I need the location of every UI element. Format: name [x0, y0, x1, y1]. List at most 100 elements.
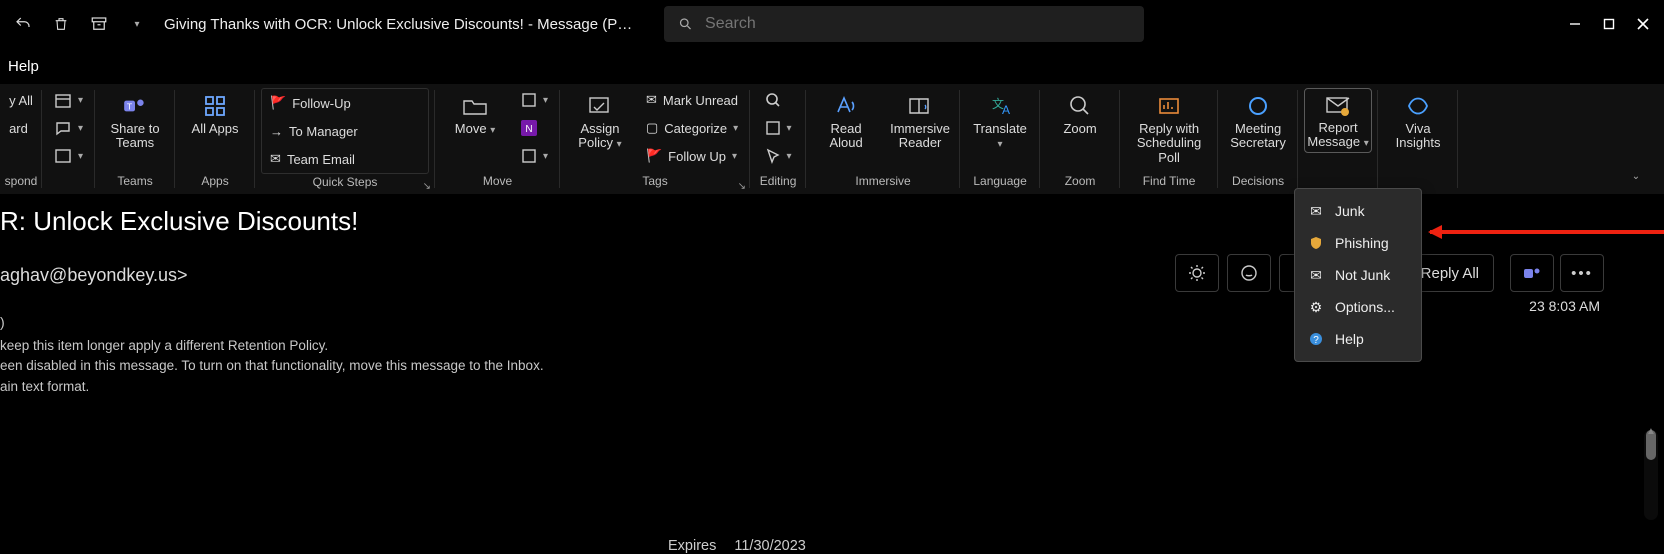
folder-move-icon — [462, 95, 488, 117]
policy-line-3: ain text format. — [0, 377, 1664, 397]
menu-not-junk[interactable]: ✉Not Junk — [1295, 259, 1421, 291]
group-respond: y All ard spond — [0, 84, 42, 194]
group-tags: Assign Policy ▾ ✉Mark Unread ▢Categorize… — [560, 84, 750, 194]
group-label: Teams — [117, 172, 152, 190]
gear-icon: ⚙ — [1307, 298, 1325, 316]
group-viva: Viva Insights — [1378, 84, 1458, 194]
find-button[interactable] — [759, 88, 798, 112]
help-icon: ? — [1307, 330, 1325, 348]
followup-button[interactable]: 🚩Follow Up ▾ — [640, 144, 744, 168]
all-apps-button[interactable]: All Apps — [181, 88, 249, 140]
tab-help[interactable]: Help — [8, 58, 39, 75]
cursor-icon — [765, 148, 781, 164]
expires-label: Expires — [668, 538, 716, 554]
quickstep-followup[interactable]: 🚩Follow-Up — [264, 91, 426, 115]
assign-policy-button[interactable]: Assign Policy ▾ — [566, 88, 634, 155]
brightness-button[interactable] — [1175, 254, 1219, 292]
delete-button[interactable] — [44, 7, 78, 41]
translate-button[interactable]: 文A Translate▾ — [966, 88, 1034, 155]
onenote-icon: N — [521, 120, 537, 136]
group-respond-icons: ▾ ▾ ▾ — [42, 84, 95, 194]
read-aloud-icon — [834, 94, 858, 118]
menu-junk[interactable]: ✉Junk — [1295, 195, 1421, 227]
viva-icon — [1405, 94, 1431, 118]
circle-icon — [1246, 94, 1270, 118]
related-button[interactable]: ▾ — [759, 116, 798, 140]
immersive-reader-button[interactable]: Immersive Reader — [886, 88, 954, 155]
emoji-button[interactable] — [1227, 254, 1271, 292]
mark-unread-button[interactable]: ✉Mark Unread — [640, 88, 744, 112]
report-message-button[interactable]: Report Message ▾ — [1304, 88, 1372, 153]
share-to-teams-button[interactable]: T Share to Teams — [101, 88, 169, 155]
more-actions-button[interactable]: ••• — [1560, 254, 1604, 292]
search-icon — [678, 16, 693, 32]
close-button[interactable] — [1626, 7, 1660, 41]
group-label: spond — [5, 172, 38, 190]
ribbon: y All ard spond ▾ ▾ ▾ T Share to Teams T… — [0, 84, 1664, 194]
select-button[interactable]: ▾ — [759, 144, 798, 168]
received-time: 23 8:03 AM — [1529, 298, 1600, 314]
book-icon — [907, 95, 933, 117]
group-report: Report Message ▾ — [1298, 84, 1378, 194]
menu-options[interactable]: ⚙Options... — [1295, 291, 1421, 323]
quicksteps-launcher[interactable]: ↘ — [423, 181, 431, 192]
menu-help[interactable]: ?Help — [1295, 323, 1421, 355]
group-label: Zoom — [1065, 172, 1096, 190]
group-decisions: Meeting Secretary Decisions — [1218, 84, 1298, 194]
policy-icon — [587, 95, 613, 117]
actions-button[interactable]: ▾ — [515, 144, 554, 168]
tabs-bar: Help — [0, 48, 1664, 84]
group-zoom: Zoom Zoom — [1040, 84, 1120, 194]
ribbon-collapse-button[interactable]: ⌄ — [1622, 162, 1650, 190]
group-label: Decisions — [1232, 172, 1284, 190]
quickstep-team-email[interactable]: ✉Team Email — [264, 147, 426, 171]
group-label: Editing — [760, 172, 797, 190]
flag-icon: 🚩 — [646, 148, 662, 164]
card-button[interactable]: ard — [3, 116, 39, 140]
read-aloud-button[interactable]: Read Aloud — [812, 88, 880, 155]
smile-icon — [1240, 264, 1258, 282]
group-label: Immersive — [855, 172, 910, 190]
undo-button[interactable] — [6, 7, 40, 41]
quickstep-to-manager[interactable]: →To Manager — [264, 119, 426, 143]
group-label: Tags — [642, 172, 667, 190]
categorize-button[interactable]: ▢Categorize ▾ — [640, 116, 744, 140]
shield-icon — [1307, 234, 1325, 252]
archive-button[interactable] — [82, 7, 116, 41]
calendar-reply-button[interactable]: ▾ — [48, 88, 89, 112]
scheduling-poll-button[interactable]: Reply with Scheduling Poll — [1126, 88, 1212, 169]
teams-chat-button[interactable] — [1510, 254, 1554, 292]
group-label: Quick Steps — [313, 174, 378, 190]
zoom-button[interactable]: Zoom — [1046, 88, 1114, 140]
group-findtime: Reply with Scheduling Poll Find Time — [1120, 84, 1218, 194]
expires-row: Expires 11/30/2023 — [668, 538, 806, 554]
search-input[interactable] — [705, 15, 1130, 33]
move-button[interactable]: Move ▾ — [441, 88, 509, 140]
annotation-arrow — [1430, 230, 1664, 234]
all-apps-label: All Apps — [192, 122, 239, 136]
group-language: 文A Translate▾ Language — [960, 84, 1040, 194]
junk-icon: ✉ — [1307, 202, 1325, 220]
more-respond-button[interactable]: ▾ — [48, 144, 89, 168]
svg-text:A: A — [1002, 103, 1010, 117]
qat-customize-button[interactable]: ▾ — [120, 7, 154, 41]
mail-ok-icon: ✉ — [1307, 266, 1325, 284]
group-editing: ▾ ▾ Editing — [750, 84, 806, 194]
search-icon — [765, 92, 781, 108]
search-box[interactable] — [664, 6, 1144, 42]
onenote-button[interactable]: N — [515, 116, 554, 140]
mail-icon: ✉ — [270, 151, 281, 167]
maximize-button[interactable] — [1592, 7, 1626, 41]
im-reply-button[interactable]: ▾ — [48, 116, 89, 140]
rules-button[interactable]: ▾ — [515, 88, 554, 112]
reply-all-button[interactable]: y All — [3, 88, 39, 112]
minimize-button[interactable] — [1558, 7, 1592, 41]
vertical-scrollbar[interactable]: ▲ — [1644, 430, 1658, 520]
group-move: Move ▾ ▾ N ▾ Move — [435, 84, 560, 194]
tags-launcher[interactable]: ↘ — [738, 181, 746, 192]
meeting-secretary-button[interactable]: Meeting Secretary — [1224, 88, 1292, 155]
expires-value: 11/30/2023 — [734, 538, 806, 554]
viva-insights-button[interactable]: Viva Insights — [1384, 88, 1452, 155]
menu-phishing[interactable]: Phishing — [1295, 227, 1421, 259]
teams-icon — [1523, 264, 1541, 282]
